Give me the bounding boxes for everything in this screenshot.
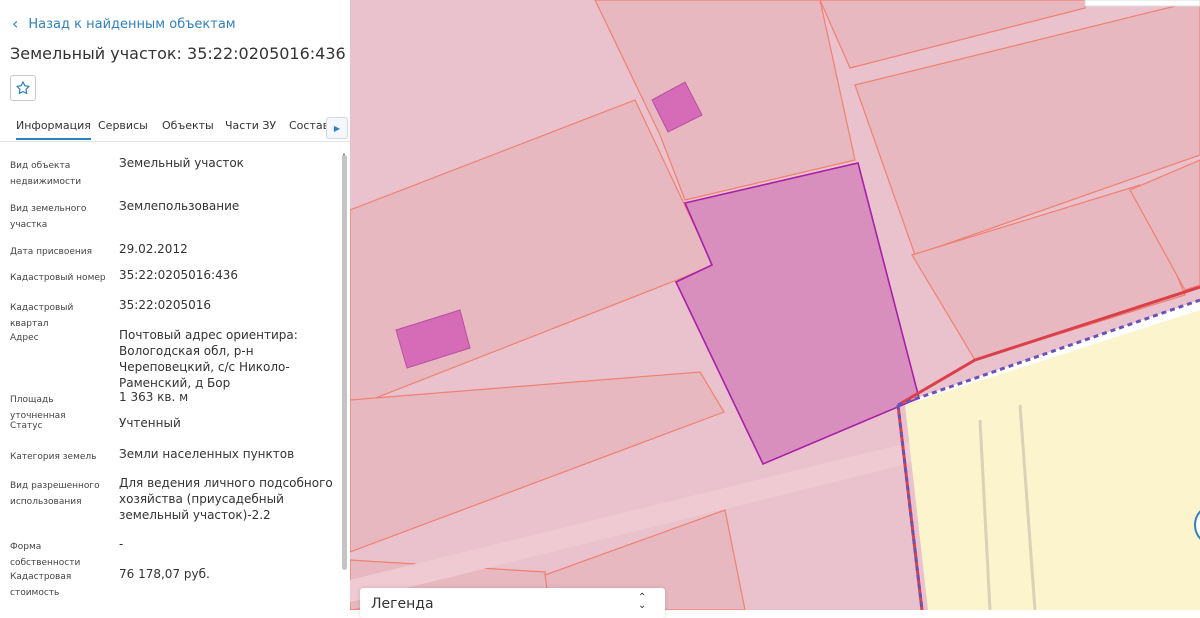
star-icon	[16, 81, 30, 95]
page-title: Земельный участок: 35:22:0205016:436	[10, 44, 346, 63]
info-value: -	[119, 537, 124, 551]
chevron-up-down-icon[interactable]: ⌃ ⌄	[638, 593, 646, 611]
info-value: 35:22:0205016:436	[119, 268, 239, 282]
info-label: Кадастровый квартал	[10, 303, 74, 329]
back-link[interactable]: ‹ Назад к найденным объектам	[12, 14, 236, 34]
tab-parts[interactable]: Части ЗУ	[225, 119, 276, 132]
info-label: Дата присвоения	[10, 247, 93, 257]
map-canvas[interactable]	[350, 0, 1200, 610]
tab-info[interactable]: Информация	[16, 119, 91, 140]
info-label: Форма собственности	[10, 542, 81, 568]
info-value: 76 178,07 руб.	[119, 567, 210, 581]
info-value: 35:22:0205016	[119, 298, 212, 312]
tabs-scroll-button[interactable]: ▶	[326, 117, 348, 139]
info-value: Почтовый адрес ориентира: Вологодская об…	[119, 328, 298, 390]
legend-panel[interactable]: Легенда ⌃ ⌄	[360, 588, 665, 618]
info-label: Вид разрешенного использования	[10, 481, 100, 507]
info-label: Адрес	[10, 333, 39, 343]
info-value: Учтенный	[119, 416, 181, 430]
map-view[interactable]	[350, 0, 1200, 610]
tab-composition[interactable]: Состав	[289, 119, 329, 132]
info-panel: ‹ Назад к найденным объектам Земельный у…	[0, 0, 350, 610]
scrollbar-thumb[interactable]	[342, 155, 347, 570]
info-label: Категория земель	[10, 452, 97, 462]
info-value: 29.02.2012	[119, 242, 188, 256]
info-label: Кадастровый номер	[10, 273, 106, 283]
info-value: Для ведения личного подсобного хозяйства…	[119, 476, 333, 522]
info-value: Землепользование	[119, 199, 240, 213]
info-value: 1 363 кв. м	[119, 390, 189, 404]
tab-bar: Информация Сервисы Объекты Части ЗУ Сост…	[0, 115, 350, 142]
info-label: Кадастровая стоимость	[10, 572, 72, 598]
tab-services[interactable]: Сервисы	[98, 119, 148, 132]
chevron-right-icon: ▶	[333, 123, 341, 133]
favorite-button[interactable]	[10, 75, 36, 101]
back-link-label: Назад к найденным объектам	[28, 16, 236, 32]
info-label: Вид объекта недвижимости	[10, 161, 82, 187]
info-label: Статус	[10, 421, 43, 431]
tab-objects[interactable]: Объекты	[162, 119, 214, 132]
chevron-left-icon: ‹	[12, 14, 19, 33]
info-value: Земли населенных пунктов	[119, 447, 295, 461]
info-value: Земельный участок	[119, 156, 244, 170]
info-label: Вид земельного участка	[10, 204, 87, 230]
